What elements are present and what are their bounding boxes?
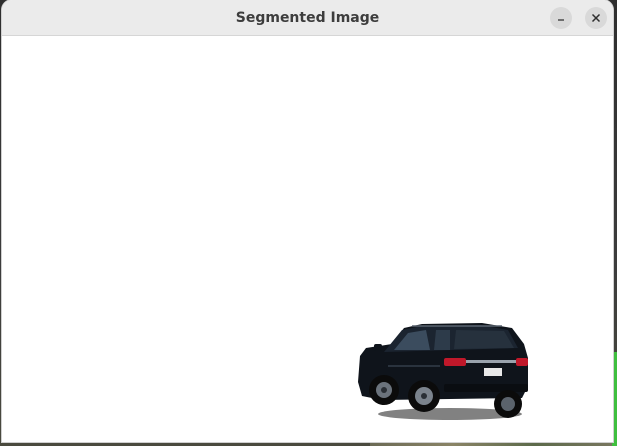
segmented-image-window: Segmented Image bbox=[2, 0, 613, 442]
minimize-button[interactable] bbox=[550, 7, 572, 29]
window-title: Segmented Image bbox=[235, 9, 380, 26]
segmented-car-image bbox=[358, 323, 528, 420]
close-button[interactable] bbox=[585, 7, 607, 29]
minimize-icon bbox=[558, 19, 564, 21]
close-icon bbox=[591, 13, 601, 23]
window-titlebar[interactable]: Segmented Image bbox=[2, 0, 613, 36]
segmented-image-canvas bbox=[2, 36, 613, 442]
